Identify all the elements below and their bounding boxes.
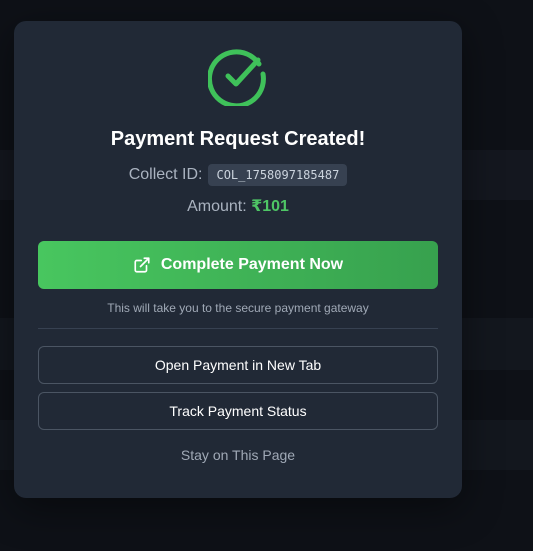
stay-on-page-link[interactable]: Stay on This Page <box>14 447 462 463</box>
modal-title: Payment Request Created! <box>110 128 366 150</box>
divider <box>38 328 438 329</box>
external-link-icon <box>134 257 150 273</box>
complete-payment-button[interactable]: Complete Payment Now <box>38 241 438 289</box>
amount-row: Amount: ₹101 <box>14 196 462 216</box>
collect-id-value: COL_1758097185487 <box>208 164 348 186</box>
track-payment-label: Track Payment Status <box>169 403 307 419</box>
open-in-new-tab-button[interactable]: Open Payment in New Tab <box>38 346 438 384</box>
gateway-hint: This will take you to the secure payment… <box>107 301 369 315</box>
amount-label: Amount: <box>187 198 247 215</box>
check-circle-icon <box>208 49 266 106</box>
collect-id-row: Collect ID: COL_1758097185487 <box>14 162 462 188</box>
track-payment-button[interactable]: Track Payment Status <box>38 392 438 430</box>
collect-id-label: Collect ID: <box>128 166 203 183</box>
amount-value: ₹101 <box>251 198 289 215</box>
payment-success-modal: Payment Request Created! Collect ID: COL… <box>14 21 462 498</box>
complete-payment-label: Complete Payment Now <box>160 256 344 273</box>
open-in-new-tab-label: Open Payment in New Tab <box>154 357 322 373</box>
